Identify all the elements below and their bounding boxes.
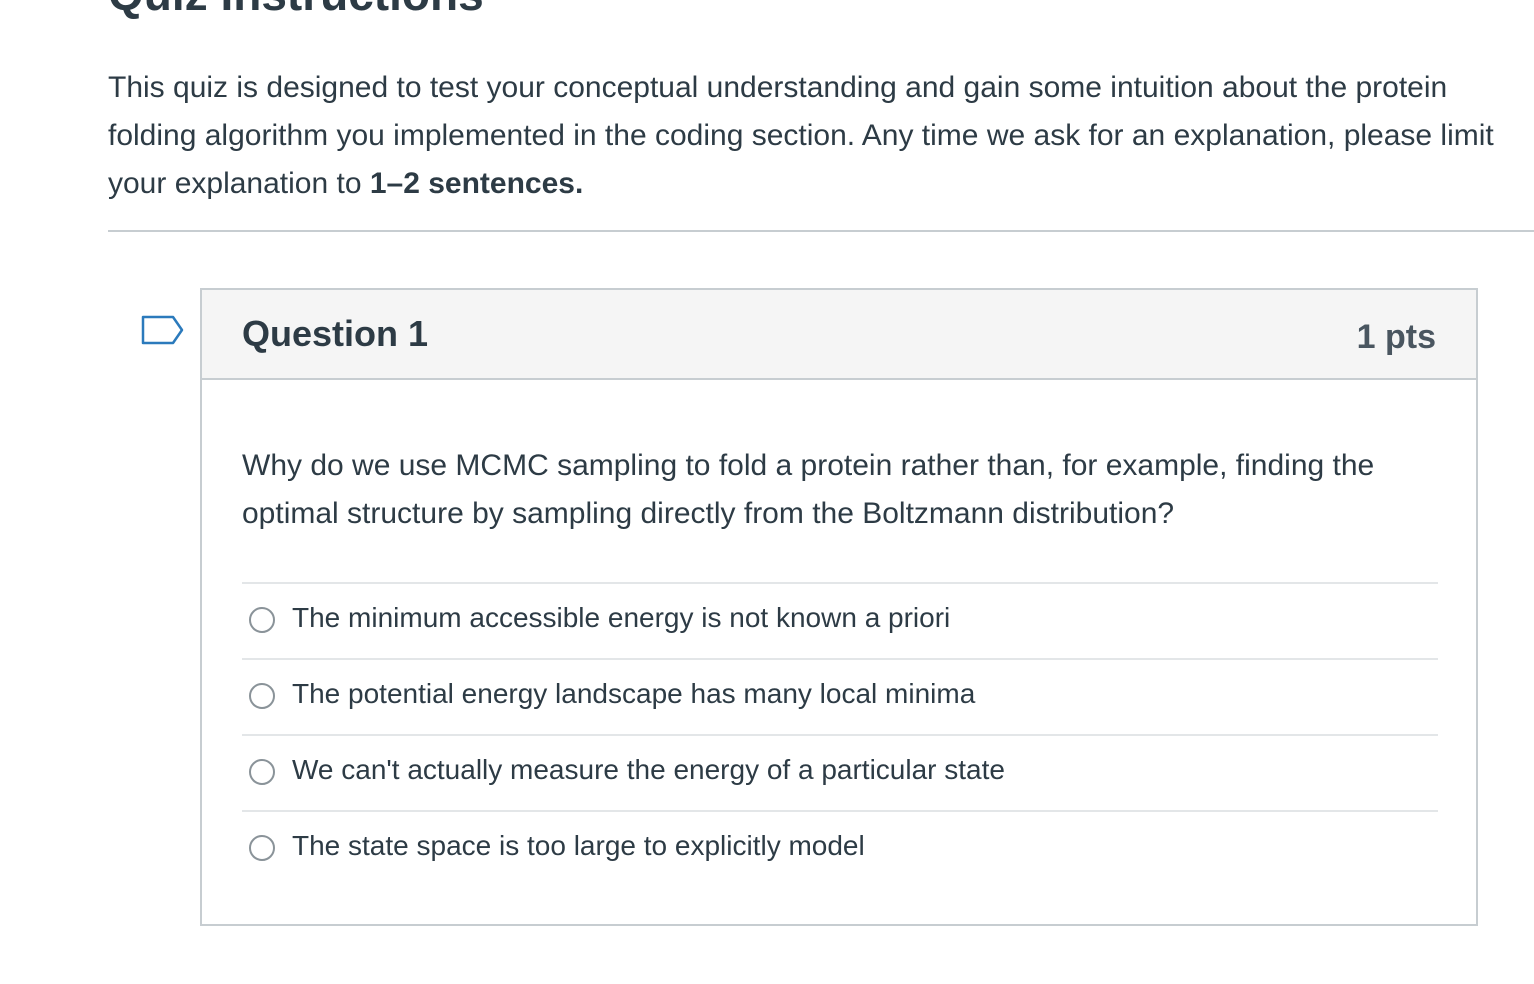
radio-button[interactable] bbox=[249, 607, 275, 633]
instructions-line-3: your explanation to 1–2 sentences. bbox=[108, 160, 1534, 208]
answer-option[interactable]: We can't actually measure the energy of … bbox=[242, 736, 1438, 812]
page-title: Quiz Instructions bbox=[108, 0, 484, 20]
question-body: Why do we use MCMC sampling to fold a pr… bbox=[242, 442, 1438, 538]
bookmark-flag-icon[interactable] bbox=[140, 314, 186, 350]
question-header: Question 1 1 pts bbox=[202, 290, 1476, 380]
quiz-instructions: This quiz is designed to test your conce… bbox=[108, 64, 1534, 208]
question-title: Question 1 bbox=[242, 313, 429, 354]
instructions-sentence-limit: 1–2 sentences. bbox=[369, 167, 584, 200]
quiz-page: Quiz Instructions This quiz is designed … bbox=[0, 0, 1534, 984]
question-card: Question 1 1 pts Why do we use MCMC samp… bbox=[200, 288, 1478, 926]
instructions-line-3-text: your explanation to bbox=[108, 167, 370, 200]
answer-label[interactable]: The minimum accessible energy is not kno… bbox=[292, 598, 950, 638]
answer-option[interactable]: The potential energy landscape has many … bbox=[242, 660, 1438, 736]
question-text: Why do we use MCMC sampling to fold a pr… bbox=[242, 449, 1375, 530]
question-points: 1 pts bbox=[1356, 318, 1436, 356]
radio-button[interactable] bbox=[249, 759, 275, 785]
radio-button[interactable] bbox=[249, 835, 275, 861]
instructions-divider bbox=[108, 230, 1534, 232]
instructions-line-2: folding algorithm you implemented in the… bbox=[108, 119, 1494, 152]
answer-option[interactable]: The state space is too large to explicit… bbox=[242, 812, 1438, 886]
answer-label[interactable]: The state space is too large to explicit… bbox=[292, 826, 865, 866]
instructions-line-1: This quiz is designed to test your conce… bbox=[108, 71, 1448, 104]
answer-label[interactable]: The potential energy landscape has many … bbox=[292, 674, 975, 714]
answer-option[interactable]: The minimum accessible energy is not kno… bbox=[242, 584, 1438, 660]
answer-label[interactable]: We can't actually measure the energy of … bbox=[292, 750, 1005, 790]
answer-list: The minimum accessible energy is not kno… bbox=[242, 582, 1438, 886]
radio-button[interactable] bbox=[249, 683, 275, 709]
